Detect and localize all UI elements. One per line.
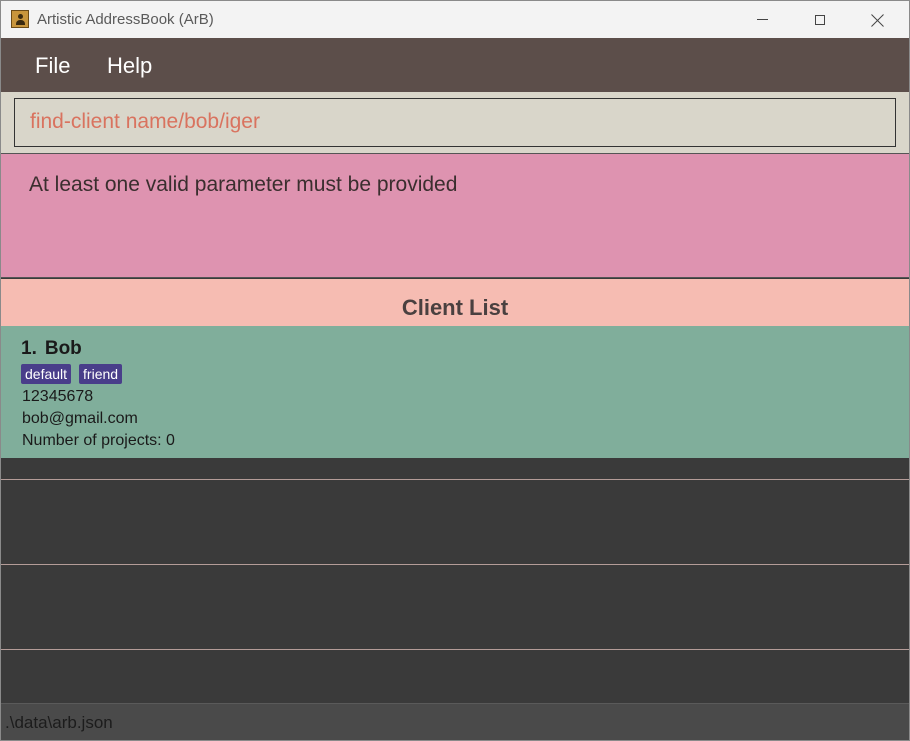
client-card[interactable]: 1. Bob default friend 12345678 bob@gmail.… — [1, 326, 909, 458]
client-index: 1. — [21, 338, 37, 359]
list-row-divider — [1, 564, 909, 565]
minimize-icon — [756, 19, 768, 20]
client-projects: Number of projects: 0 — [22, 432, 175, 449]
maximize-icon — [815, 14, 825, 25]
window-title: Artistic AddressBook (ArB) — [37, 11, 214, 28]
close-icon — [871, 13, 885, 27]
menu-help[interactable]: Help — [107, 53, 152, 79]
client-phone: 12345678 — [22, 388, 94, 405]
client-tags: default friend — [21, 364, 123, 384]
close-button[interactable] — [849, 1, 907, 38]
minimize-button[interactable] — [733, 1, 791, 38]
addressbook-icon — [11, 10, 29, 28]
list-row-divider — [1, 649, 909, 650]
result-display: At least one valid parameter must be pro… — [1, 153, 909, 278]
client-name-row: 1. Bob — [21, 338, 82, 360]
tag-badge: default — [21, 364, 72, 384]
status-bar: .\data\arb.json — [1, 703, 909, 740]
command-input[interactable] — [30, 110, 870, 134]
maximize-button[interactable] — [791, 1, 849, 38]
menu-file[interactable]: File — [35, 53, 70, 79]
client-email: bob@gmail.com — [22, 410, 138, 427]
status-file-path: .\data\arb.json — [5, 713, 113, 732]
list-row-divider — [1, 479, 909, 480]
client-list-header: Client List — [1, 279, 909, 326]
command-area — [1, 92, 909, 153]
client-name: Bob — [44, 338, 82, 359]
tag-badge: friend — [79, 364, 123, 384]
client-list-title: Client List — [401, 294, 509, 320]
result-message: At least one valid parameter must be pro… — [29, 173, 458, 196]
command-box — [14, 98, 896, 147]
app-window: Artistic AddressBook (ArB) File Help At … — [0, 0, 910, 741]
title-bar[interactable]: Artistic AddressBook (ArB) — [1, 1, 909, 38]
menu-bar: File Help — [1, 38, 909, 92]
